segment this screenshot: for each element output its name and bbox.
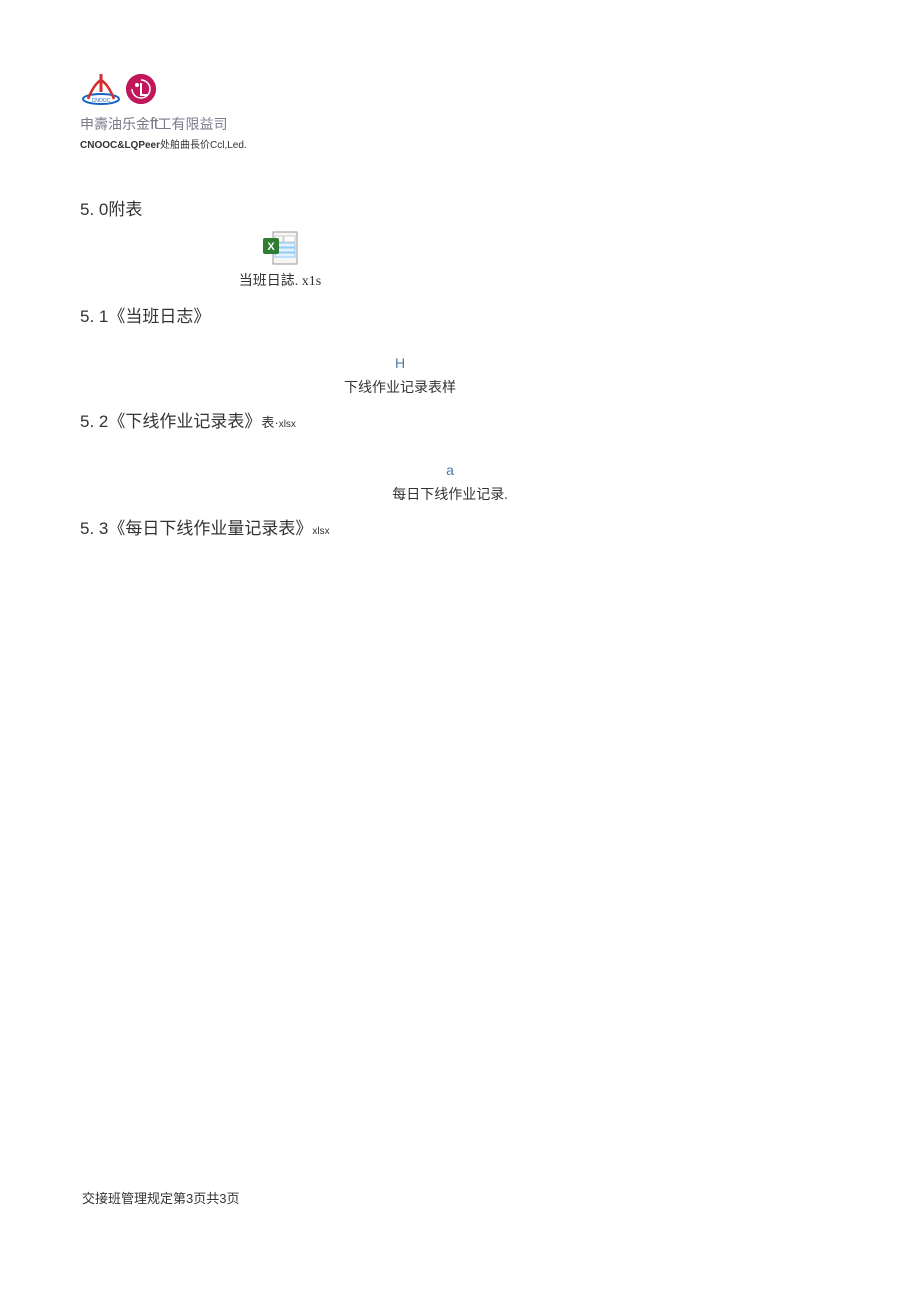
- section-5-0-title: 附表: [108, 200, 142, 219]
- letter-h: H: [80, 355, 720, 371]
- letter-a: a: [80, 462, 820, 478]
- excel-file-icon: X: [261, 230, 299, 266]
- svg-text:X: X: [267, 241, 275, 253]
- document-header: CNOOC 申壽油乐金ft工有限益司 CNOOC&LQPeer处舶曲長价Ccl,…: [80, 72, 247, 151]
- section-5-2-title: 《下线作业记录表》: [108, 412, 261, 431]
- page-footer: 交接班管理规定第3页共3页: [82, 1188, 239, 1207]
- company-name-en: CNOOC&LQPeer处舶曲長价Ccl,Led.: [80, 136, 247, 151]
- logo-row: CNOOC: [80, 72, 247, 106]
- company-name-cn: 申壽油乐金ft工有限益司: [80, 114, 247, 134]
- cnooc-logo-icon: CNOOC: [80, 72, 122, 106]
- company-cn-suffix: 工有限益司: [157, 116, 227, 132]
- section-5-0-number: 5. 0: [80, 200, 108, 219]
- company-en-rest: 处舶曲長价Ccl,Led.: [160, 140, 247, 151]
- attachment-1-wrapper: X 当班日誌. x1s: [80, 230, 480, 290]
- company-en-bold: CNOOC&LQPeer: [80, 140, 160, 151]
- section-5-2-suffix: 表·: [261, 415, 278, 430]
- lg-logo-icon: [126, 74, 156, 104]
- company-cn-prefix: 申壽油乐金: [80, 116, 150, 132]
- section-5-3-ext: xlsx: [312, 526, 329, 537]
- section-5-3-number: 5. 3: [80, 519, 108, 538]
- section-5-3: 5. 3《每日下线作业量记录表》xlsx: [80, 514, 840, 539]
- section-5-1-number: 5. 1: [80, 307, 108, 326]
- sub-a-label: 每日下线作业记录.: [80, 484, 820, 504]
- section-5-2-ext: xlsx: [279, 419, 296, 430]
- section-5-2-number: 5. 2: [80, 412, 108, 431]
- section-5-2: 5. 2《下线作业记录表》表·xlsx: [80, 407, 840, 432]
- svg-text:CNOOC: CNOOC: [92, 98, 111, 104]
- sub-h-label: 下线作业记录表样: [80, 377, 720, 397]
- section-5-0: 5. 0附表: [80, 195, 840, 220]
- section-5-3-title: 《每日下线作业量记录表》: [108, 519, 312, 538]
- attachment-1: X 当班日誌. x1s: [80, 230, 840, 290]
- attachment-1-filename: 当班日誌. x1s: [80, 270, 480, 290]
- section-5-1-title: 《当班日志》: [108, 307, 210, 326]
- document-content: 5. 0附表 X 当班日誌. x1s 5. 1《当班日志》 H 下线作业记录表样…: [80, 195, 840, 539]
- section-5-1: 5. 1《当班日志》: [80, 302, 840, 327]
